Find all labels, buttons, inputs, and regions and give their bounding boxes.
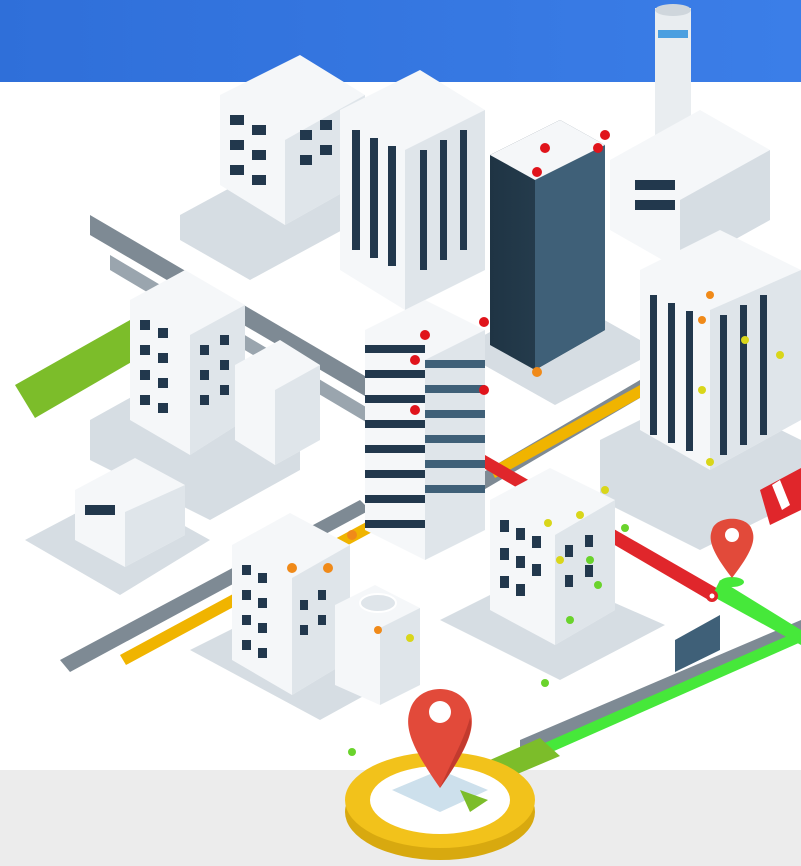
city-illustration (15, 4, 801, 860)
grass-patch (15, 320, 135, 418)
residential-building-2 (190, 513, 420, 756)
striped-tower (365, 300, 489, 560)
helipad-icon (359, 593, 397, 613)
office-building-2 (340, 70, 485, 310)
factory-building (610, 4, 770, 270)
